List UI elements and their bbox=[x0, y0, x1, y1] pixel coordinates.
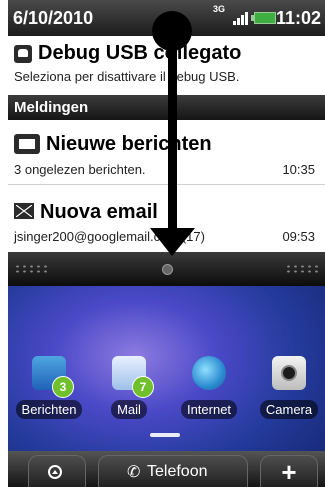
messages-app-icon: 3 bbox=[32, 356, 74, 398]
camera-app-icon bbox=[272, 356, 306, 390]
unread-badge: 3 bbox=[52, 376, 74, 398]
battery-icon bbox=[251, 12, 276, 24]
mail-app-icon: 7 bbox=[112, 356, 154, 398]
handle-knob bbox=[162, 264, 173, 275]
3g-data-icon: 3G bbox=[213, 4, 226, 14]
status-time: 11:02 bbox=[275, 8, 321, 28]
phone-screen: 6/10/2010 3G 11:02 Debug USB collegato S… bbox=[8, 0, 325, 487]
status-date: 6/10/2010 bbox=[13, 8, 94, 28]
bottom-dock: ✆ Telefoon + bbox=[8, 433, 325, 487]
app-label: Camera bbox=[259, 400, 319, 419]
signal-icon bbox=[233, 11, 249, 25]
phone-button[interactable]: ✆ Telefoon bbox=[98, 455, 248, 487]
all-apps-button[interactable] bbox=[28, 455, 86, 487]
app-berichten[interactable]: 3 Berichten bbox=[14, 356, 84, 419]
add-button[interactable]: + bbox=[260, 455, 318, 487]
app-internet[interactable]: Internet bbox=[174, 356, 244, 419]
notification-title: Nieuwe berichten bbox=[46, 133, 212, 155]
app-camera[interactable]: Camera bbox=[254, 356, 324, 419]
notification-subtitle: Seleziona per disattivare il debug USB. bbox=[14, 69, 240, 84]
notification-time: 10:35 bbox=[282, 162, 315, 177]
section-title: Meldingen bbox=[14, 99, 89, 116]
notification-subtitle: jsinger200@googlemail.com (17) bbox=[14, 229, 205, 244]
chevron-up-icon bbox=[48, 465, 62, 479]
app-label: Mail bbox=[111, 400, 147, 419]
app-label: Internet bbox=[180, 400, 238, 419]
usb-debug-notification[interactable]: Debug USB collegato Seleziona per disatt… bbox=[8, 36, 325, 91]
unread-badge: 7 bbox=[132, 376, 154, 398]
grip-dots-icon bbox=[14, 264, 48, 274]
notification-time: 09:53 bbox=[282, 229, 315, 244]
phone-label: Telefoon bbox=[147, 463, 208, 480]
notifications-section-header: Meldingen bbox=[8, 95, 325, 120]
internet-app-icon bbox=[192, 356, 226, 390]
plus-icon: + bbox=[281, 457, 297, 487]
notification-subtitle: 3 ongelezen berichten. bbox=[14, 162, 146, 177]
status-bar[interactable]: 6/10/2010 3G 11:02 bbox=[8, 0, 325, 36]
app-label: Berichten bbox=[15, 400, 83, 419]
new-messages-notification[interactable]: Nieuwe berichten 3 ongelezen berichten. … bbox=[8, 120, 325, 185]
grip-dots-icon bbox=[285, 264, 319, 274]
app-mail[interactable]: 7 Mail bbox=[94, 356, 164, 419]
mail-icon bbox=[14, 203, 34, 219]
notification-drag-handle[interactable] bbox=[8, 252, 325, 286]
usb-debug-icon bbox=[14, 45, 32, 63]
home-screen: 3 Berichten 7 Mail Internet Camera ✆ Tel… bbox=[8, 286, 325, 487]
notification-title: Nuova email bbox=[40, 201, 158, 223]
new-email-notification[interactable]: Nuova email jsinger200@googlemail.com (1… bbox=[8, 187, 325, 247]
page-indicator bbox=[150, 433, 180, 437]
notification-title: Debug USB collegato bbox=[38, 42, 242, 64]
phone-icon: ✆ bbox=[127, 464, 141, 481]
message-icon bbox=[14, 134, 40, 154]
